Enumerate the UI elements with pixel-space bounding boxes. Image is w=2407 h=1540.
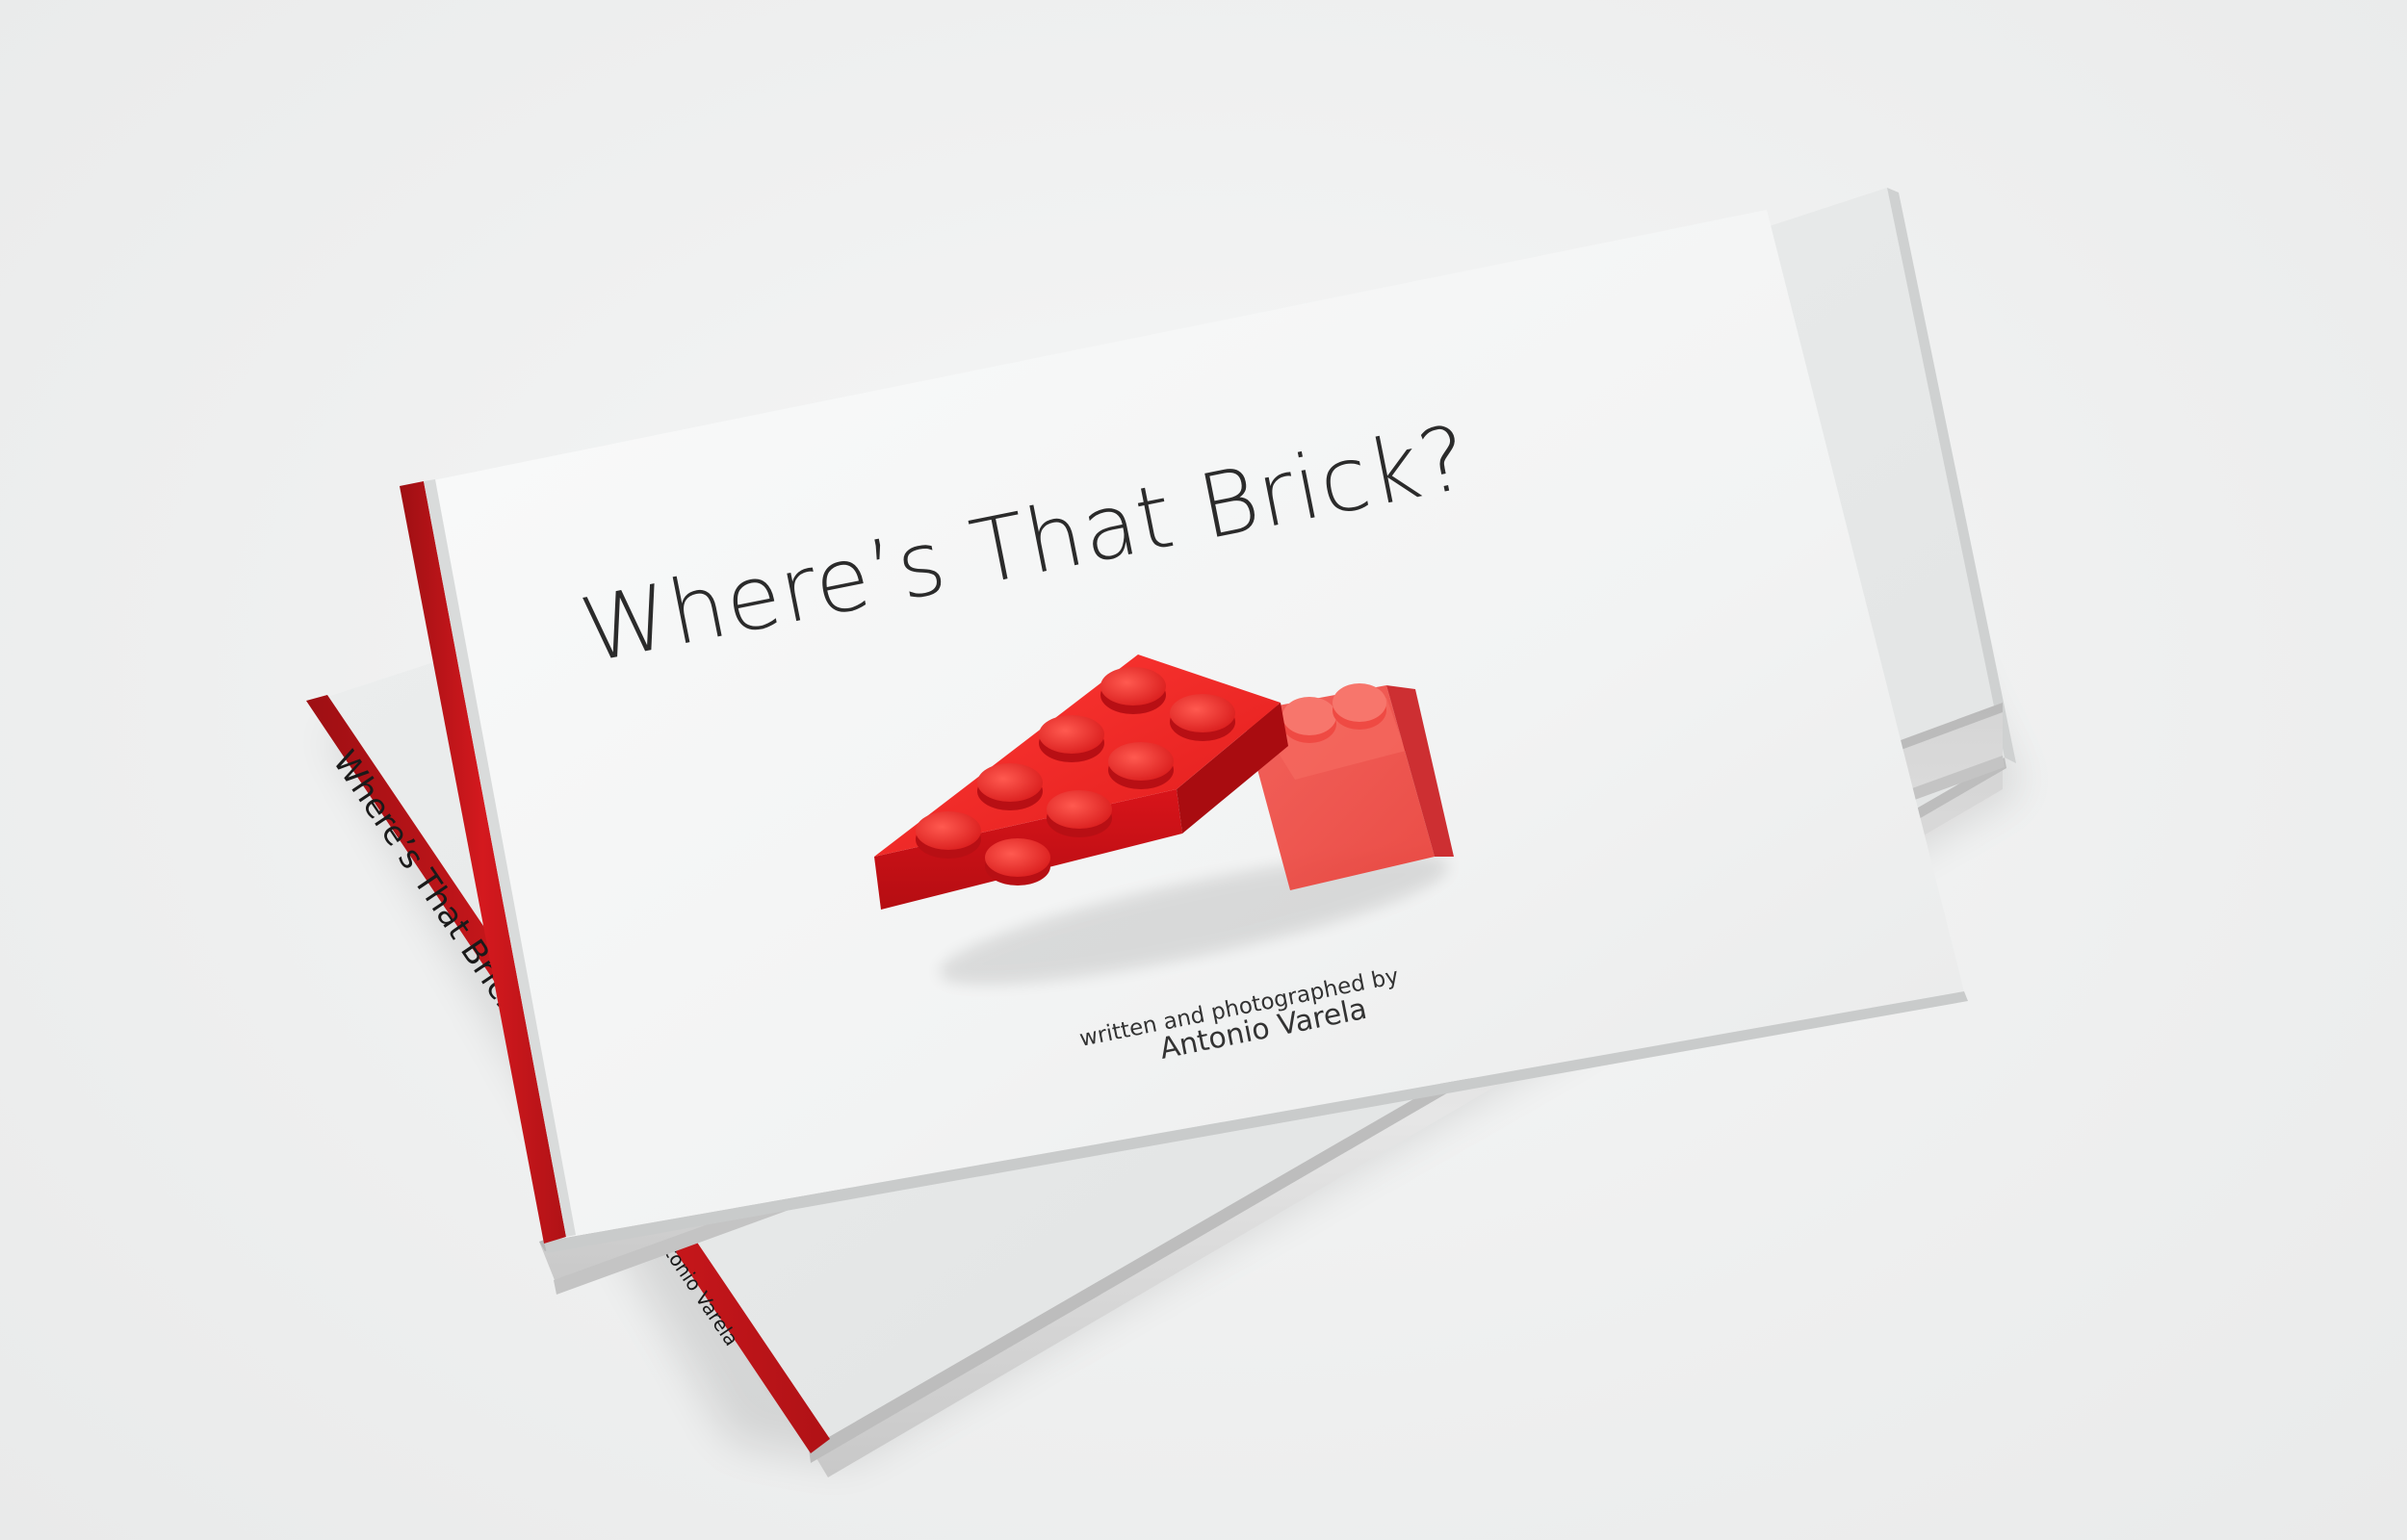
book-stack-illustration: Where’s That Brick? Antonio Varela Where… [306,188,2022,1477]
product-mockup-scene: Where’s That Brick? Antonio Varela Where… [0,0,2407,1540]
